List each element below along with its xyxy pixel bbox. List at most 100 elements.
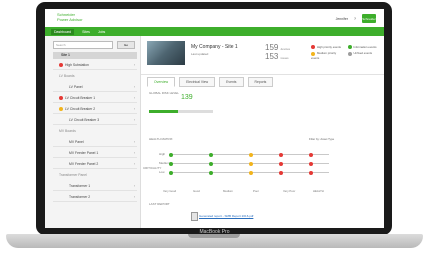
- chevron-right-icon: ›: [133, 151, 135, 155]
- sidebar-item[interactable]: Transformer 2 ›: [53, 193, 137, 202]
- site-stats: 159 devices 153 issues: [265, 43, 291, 61]
- matrix-dot[interactable]: [169, 152, 173, 157]
- main-panel: My Company - Site 1 Last updated 159 dev…: [141, 36, 384, 228]
- sidebar-item[interactable]: High Substation ›: [53, 61, 137, 70]
- sidebar-item-label: LV Boards: [59, 74, 75, 78]
- chevron-right-icon: ›: [133, 85, 135, 89]
- chevron-right-icon: ›: [133, 118, 135, 122]
- stat-devices: 159: [265, 43, 279, 52]
- sidebar-item-label: High Substation: [65, 63, 89, 67]
- sidebar-item-label: MV Feeder Panel 1: [69, 151, 99, 155]
- sidebar-item[interactable]: LV Circuit Breaker 1 ›: [53, 94, 137, 103]
- matrix-dot[interactable]: [279, 152, 283, 157]
- app-logo[interactable]: Schneider Power Advisor: [57, 12, 83, 22]
- matrix-axis-label: Medium: [223, 189, 233, 193]
- matrix-row-label: Low: [159, 170, 165, 174]
- matrix-dot[interactable]: [209, 152, 213, 157]
- sidebar-item[interactable]: MV Panel ›: [53, 138, 137, 147]
- legend-item: Unfixed events: [347, 51, 382, 59]
- sidebar: Search Go Site 1 High Substation › LV Boar…: [45, 36, 141, 228]
- matrix-dot[interactable]: [249, 170, 253, 175]
- chevron-right-icon: ›: [133, 184, 135, 188]
- sidebar-site[interactable]: Site 1: [53, 52, 137, 59]
- sidebar-item-label: Transformer 1: [69, 184, 91, 188]
- tab-events[interactable]: Events: [219, 77, 244, 87]
- gauge-fill: [149, 110, 178, 113]
- sidebar-group-label: MV Boards: [53, 127, 137, 136]
- sidebar-item-label: Transformer Panel: [59, 173, 87, 177]
- matrix-dot[interactable]: [169, 161, 173, 166]
- sidebar-item-label: LV Circuit Breaker 1: [65, 96, 96, 100]
- schneider-logo: Schneider: [362, 14, 376, 23]
- matrix-axis-label: Very Poor: [283, 189, 296, 193]
- legend-dot-icon: [347, 51, 352, 56]
- search-button[interactable]: Go: [117, 41, 135, 49]
- sidebar-item-label: MV Boards: [59, 129, 76, 133]
- global-risk-label: GLOBAL RISK LEVEL: [149, 91, 179, 95]
- report-link[interactable]: Generated report - SMB Report 2016.pdf: [199, 214, 253, 218]
- matrix-axis-label: Poor: [253, 189, 259, 193]
- status-dot-icon: [59, 63, 63, 68]
- chevron-right-icon: ›: [133, 140, 135, 144]
- matrix-axis-label: HEALTH: [313, 189, 324, 193]
- site-subtitle: Last updated: [191, 52, 209, 56]
- matrix-dot[interactable]: [279, 161, 283, 166]
- tab-bar: Overview Electrical View Events Reports: [147, 77, 274, 87]
- sidebar-item[interactable]: MV Feeder Panel 2 ›: [53, 160, 137, 169]
- tab-reports[interactable]: Reports: [247, 77, 274, 87]
- risk-gauge: [149, 110, 213, 113]
- matrix-axis-label: Very Good: [163, 189, 177, 193]
- chevron-right-icon: ›: [133, 162, 135, 166]
- sidebar-item-label: MV Feeder Panel 2: [69, 162, 99, 166]
- help-icon[interactable]: ?: [354, 17, 356, 21]
- tab-electrical-view[interactable]: Electrical View: [179, 77, 216, 87]
- matrix-dot[interactable]: [209, 170, 213, 175]
- nav-sites[interactable]: Sites: [82, 30, 90, 34]
- last-report-label: LAST REPORT: [149, 202, 170, 206]
- user-menu[interactable]: Jennifer: [336, 17, 348, 21]
- matrix-dot[interactable]: [279, 170, 283, 175]
- app-screen: Schneider Power Advisor Jennifer ? Schne…: [45, 9, 384, 228]
- matrix-dot[interactable]: [169, 170, 173, 175]
- matrix-axis-label: Good: [193, 189, 200, 193]
- matrix-dot[interactable]: [209, 161, 213, 166]
- main-nav: Dashboard Sites Jobs: [45, 27, 384, 36]
- status-dot-icon: [59, 107, 63, 112]
- matrix-dot[interactable]: [249, 161, 253, 166]
- nav-dashboard[interactable]: Dashboard: [51, 28, 75, 35]
- matrix-row-label: High: [159, 152, 166, 156]
- sidebar-item-label: Transformer 2: [69, 195, 91, 199]
- matrix-dot[interactable]: [309, 152, 313, 157]
- matrix-dot[interactable]: [309, 161, 313, 166]
- health-matrix-label: HEALTH MATRIX: [149, 137, 173, 141]
- site-header: My Company - Site 1 Last updated 159 dev…: [141, 36, 384, 75]
- matrix-dot[interactable]: [309, 170, 313, 175]
- sidebar-item-label: MV Panel: [69, 140, 84, 144]
- stat-issues: 153: [265, 52, 279, 61]
- user-area: Jennifer ? Schneider: [336, 14, 376, 23]
- device-label: MacBook Pro: [199, 229, 230, 235]
- legend-dot-icon: [347, 45, 352, 50]
- sidebar-item[interactable]: LV Circuit Breaker 3 ›: [53, 116, 137, 125]
- nav-jobs[interactable]: Jobs: [98, 30, 105, 34]
- event-legend: High priority events Information events Me…: [311, 45, 381, 60]
- site-photo: [147, 41, 185, 65]
- sidebar-group-label: Transformer Panel: [53, 171, 137, 180]
- sidebar-item[interactable]: LV Panel ›: [53, 83, 137, 92]
- sidebar-item[interactable]: Transformer 1 ›: [53, 182, 137, 191]
- legend-dot-icon: [311, 45, 315, 50]
- chevron-right-icon: ›: [133, 195, 135, 199]
- health-matrix: CRITICALITY High Medium Low Very Good Good Me…: [143, 152, 339, 193]
- pdf-icon: [191, 212, 198, 221]
- legend-item: Medium priority events: [311, 51, 337, 60]
- status-dot-icon: [59, 96, 63, 101]
- search-input[interactable]: Search: [53, 41, 113, 49]
- top-bar: Schneider Power Advisor Jennifer ? Schne…: [45, 9, 384, 27]
- matrix-dot[interactable]: [249, 152, 253, 157]
- gauge-value: 139: [181, 94, 193, 101]
- health-filter-select[interactable]: Filter by: Asset Type: [309, 137, 334, 141]
- sidebar-item[interactable]: MV Feeder Panel 1 ›: [53, 149, 137, 158]
- tab-overview[interactable]: Overview: [147, 77, 176, 87]
- sidebar-item[interactable]: LV Circuit Breaker 2 ›: [53, 105, 137, 114]
- sidebar-item-label: LV Circuit Breaker 2: [65, 107, 96, 111]
